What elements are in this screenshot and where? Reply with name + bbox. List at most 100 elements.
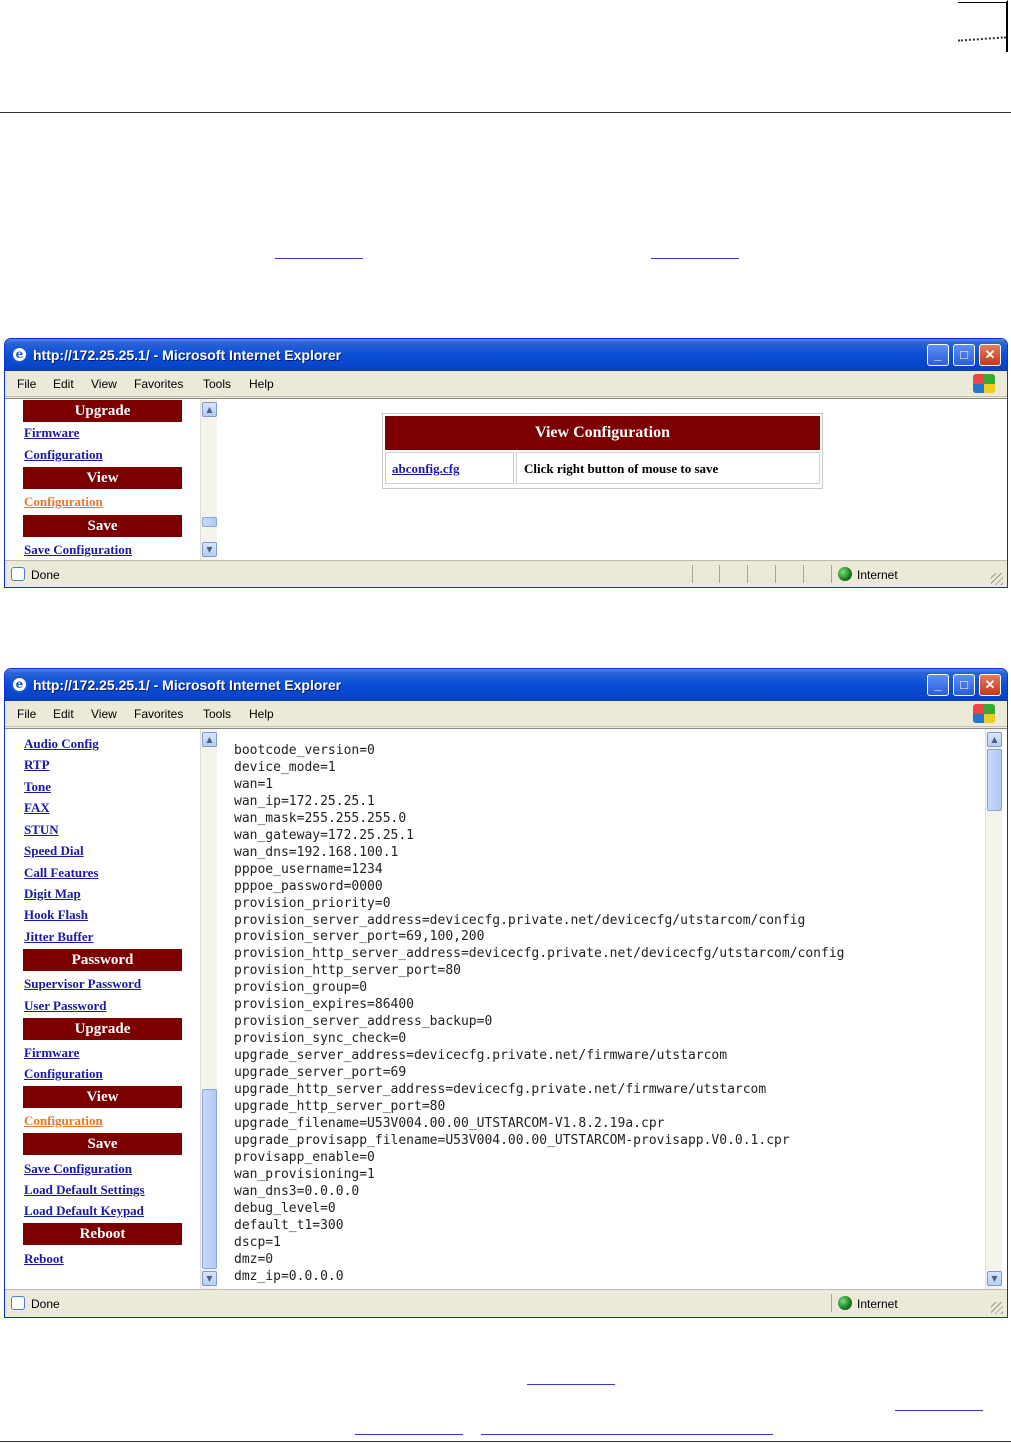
nav-link-user-password[interactable]: User Password: [24, 998, 106, 1014]
minimize-button[interactable]: _: [927, 674, 949, 696]
scroll-thumb[interactable]: [202, 1089, 217, 1269]
nav-link-load-default-keypad[interactable]: Load Default Keypad: [24, 1203, 144, 1219]
status-divider: [692, 565, 693, 583]
title-bar[interactable]: e http://172.25.25.1/ - Microsoft Intern…: [5, 339, 1007, 371]
menu-file[interactable]: File: [17, 377, 36, 391]
nav-heading-upgrade: Upgrade: [23, 400, 182, 422]
nav-link-supervisor-password[interactable]: Supervisor Password: [24, 976, 141, 992]
minimize-button[interactable]: _: [927, 344, 949, 366]
config-line: wan_gateway=172.25.25.1: [234, 827, 415, 843]
nav-scrollbar[interactable]: ▲ ▼: [200, 729, 217, 1290]
nav-link-firmware[interactable]: Firmware: [24, 1045, 79, 1061]
config-line: upgrade_provisapp_filename=U53V004.00.00…: [234, 1132, 790, 1148]
page-done-icon: [11, 567, 25, 581]
config-line: upgrade_server_port=69: [234, 1065, 407, 1081]
status-divider: [719, 565, 720, 583]
nav-heading-view: View: [23, 467, 182, 489]
nav-link-jitter-buffer[interactable]: Jitter Buffer: [24, 929, 93, 945]
config-line: pppoe_password=0000: [234, 878, 383, 894]
resize-grip-icon[interactable]: [991, 573, 1003, 585]
nav-link-tone[interactable]: Tone: [24, 779, 51, 795]
scroll-down-icon[interactable]: ▼: [202, 542, 217, 557]
config-line: device_mode=1: [234, 759, 336, 775]
nav-link-rtp[interactable]: RTP: [24, 757, 50, 773]
doc-link-underline-2[interactable]: [651, 258, 739, 259]
resize-grip-icon[interactable]: [991, 1302, 1003, 1314]
doc-link-underline-5[interactable]: [355, 1434, 463, 1435]
nav-link-fax[interactable]: FAX: [24, 800, 50, 816]
doc-link-underline-3[interactable]: [527, 1384, 615, 1385]
scroll-thumb[interactable]: [202, 517, 217, 527]
menu-bar: File Edit View Favorites Tools Help: [5, 371, 1007, 397]
status-divider: [747, 565, 748, 583]
ie-icon: e: [11, 676, 28, 693]
nav-link-hook-flash[interactable]: Hook Flash: [24, 907, 88, 923]
menu-favorites[interactable]: Favorites: [134, 377, 183, 391]
internet-zone-icon: [838, 567, 852, 581]
config-file-link[interactable]: abconfig.cfg: [392, 461, 460, 477]
config-line: provision_server_port=69,100,200: [234, 929, 485, 945]
scroll-down-icon[interactable]: ▼: [202, 1271, 217, 1286]
menu-favorites[interactable]: Favorites: [134, 707, 183, 721]
page-done-icon: [11, 1296, 25, 1310]
config-line: provision_priority=0: [234, 895, 391, 911]
config-line: provision_expires=86400: [234, 997, 415, 1013]
menu-edit[interactable]: Edit: [53, 707, 74, 721]
menu-view[interactable]: View: [91, 707, 117, 721]
nav-link-upgrade-configuration[interactable]: Configuration: [24, 1066, 103, 1082]
status-divider: [831, 565, 832, 583]
nav-link-view-configuration[interactable]: Configuration: [24, 1113, 103, 1129]
nav-scrollbar[interactable]: ▲ ▼: [200, 399, 217, 561]
nav-link-audio-config[interactable]: Audio Config: [24, 736, 99, 752]
nav-heading-view: View: [23, 1086, 182, 1108]
config-line: provision_http_server_address=devicecfg.…: [234, 946, 845, 962]
windows-logo-icon: [973, 704, 995, 723]
nav-link-view-configuration[interactable]: Configuration: [24, 494, 103, 510]
scroll-up-icon[interactable]: ▲: [202, 402, 217, 417]
config-line: dmz_ip=0.0.0.0: [234, 1268, 344, 1284]
title-bar[interactable]: e http://172.25.25.1/ - Microsoft Intern…: [5, 669, 1007, 701]
nav-heading-password: Password: [23, 949, 182, 971]
menu-edit[interactable]: Edit: [53, 377, 74, 391]
maximize-button[interactable]: □: [953, 674, 975, 696]
scroll-thumb[interactable]: [987, 749, 1002, 811]
config-line: wan=1: [234, 776, 274, 792]
nav-link-firmware[interactable]: Firmware: [24, 425, 79, 441]
menu-file[interactable]: File: [17, 707, 36, 721]
doc-link-underline-4[interactable]: [895, 1410, 983, 1411]
menu-view[interactable]: View: [91, 377, 117, 391]
nav-link-reboot[interactable]: Reboot: [24, 1251, 64, 1267]
browser-content: Audio Config RTP Tone FAX STUN Speed Dia…: [5, 728, 1007, 1290]
menu-help[interactable]: Help: [249, 707, 274, 721]
view-config-header: View Configuration: [385, 416, 820, 450]
scroll-up-icon[interactable]: ▲: [202, 732, 217, 747]
nav-heading-reboot: Reboot: [23, 1223, 182, 1245]
status-divider: [775, 565, 776, 583]
nav-link-call-features[interactable]: Call Features: [24, 865, 99, 881]
nav-link-speed-dial[interactable]: Speed Dial: [24, 843, 84, 859]
content-scrollbar[interactable]: ▲ ▼: [985, 729, 1002, 1290]
nav-link-stun[interactable]: STUN: [24, 822, 59, 838]
maximize-button[interactable]: □: [953, 344, 975, 366]
doc-link-underline-6[interactable]: [481, 1434, 773, 1435]
nav-link-load-default-settings[interactable]: Load Default Settings: [24, 1182, 145, 1198]
menu-help[interactable]: Help: [249, 377, 274, 391]
config-line: provision_http_server_port=80: [234, 963, 461, 979]
doc-link-underline-1[interactable]: [275, 258, 363, 259]
config-line: default_t1=300: [234, 1217, 344, 1233]
status-bar: Done Internet: [5, 1289, 1007, 1317]
scroll-up-icon[interactable]: ▲: [987, 732, 1002, 747]
config-line: upgrade_filename=U53V004.00.00_UTSTARCOM…: [234, 1115, 665, 1131]
scroll-down-icon[interactable]: ▼: [987, 1271, 1002, 1286]
menu-tools[interactable]: Tools: [203, 377, 231, 391]
nav-link-save-configuration[interactable]: Save Configuration: [24, 542, 132, 558]
close-button[interactable]: ✕: [979, 344, 1001, 366]
close-button[interactable]: ✕: [979, 674, 1001, 696]
menu-tools[interactable]: Tools: [203, 707, 231, 721]
config-line: provision_server_address=devicecfg.priva…: [234, 912, 806, 928]
nav-link-upgrade-configuration[interactable]: Configuration: [24, 447, 103, 463]
nav-link-digit-map[interactable]: Digit Map: [24, 886, 81, 902]
nav-link-save-configuration[interactable]: Save Configuration: [24, 1161, 132, 1177]
config-line: upgrade_http_server_port=80: [234, 1099, 446, 1115]
security-zone-text: Internet: [857, 1297, 898, 1311]
